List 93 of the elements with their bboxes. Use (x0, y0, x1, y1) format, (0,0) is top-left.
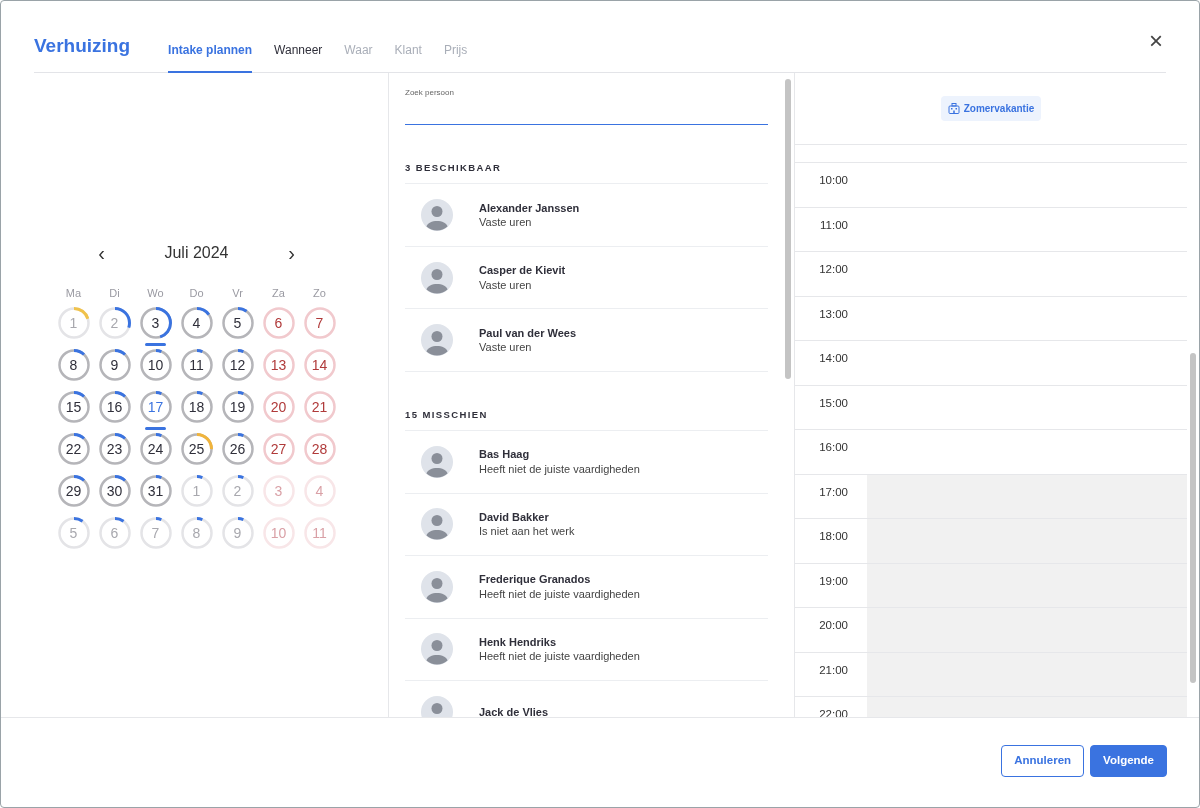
person-name: Henk Hendriks (479, 634, 558, 650)
person-row[interactable]: Jack de Vlies (405, 681, 768, 717)
person-name: Frederique Granados (479, 572, 592, 587)
calendar-day[interactable]: 3 (139, 307, 172, 340)
calendar-day[interactable]: 15 (57, 391, 90, 424)
tab[interactable]: Intake plannen (168, 41, 253, 73)
calendar-day[interactable]: 28 (303, 433, 336, 466)
calendar-day[interactable]: 9 (98, 349, 131, 382)
calendar-day[interactable]: 4 (180, 307, 213, 340)
person-row[interactable]: Alexander Janssen Vaste uren (405, 184, 768, 247)
time-label: 10:00 (818, 173, 849, 188)
time-label: 20:00 (818, 618, 849, 633)
calendar-day[interactable]: 30 (98, 475, 131, 508)
time-label: 11:00 (819, 217, 849, 233)
avatar-icon (421, 508, 453, 541)
calendar-day[interactable]: 8 (57, 349, 90, 382)
weekday-label: Di (108, 285, 121, 301)
calendar-day[interactable]: 23 (98, 433, 131, 466)
person-row[interactable]: David Bakker Is niet aan het werk (405, 493, 768, 556)
person-status: Heeft niet de juiste vaardigheden (479, 461, 640, 477)
calendar-day[interactable]: 24 (139, 433, 172, 466)
avatar-icon (421, 445, 453, 478)
previous-button[interactable]: ‹ (81, 242, 122, 263)
time-label: 16:00 (818, 440, 849, 455)
avatar-icon (421, 261, 453, 294)
person-name: Casper de Kievit (479, 263, 566, 278)
time-label: 19:00 (818, 573, 849, 589)
tab[interactable]: Wanneer (274, 41, 323, 73)
person-row[interactable]: Bas Haag Heeft niet de juiste vaardigheden (405, 431, 768, 494)
field-label: Zoek persoon (405, 87, 455, 99)
time-label: 15:00 (818, 395, 849, 411)
person-row[interactable]: Frederique Granados Heeft niet de juiste vaardigheden (405, 556, 768, 619)
person-name: Paul van der Wees (479, 325, 576, 340)
app-title: Verhuizing (34, 33, 131, 58)
cancel-button[interactable]: Annuleren (1001, 744, 1085, 777)
building-icon (947, 103, 960, 114)
calendar-day[interactable]: 5 (221, 307, 254, 340)
calendar-day[interactable]: 17 (139, 391, 172, 424)
close-button[interactable]: × (1145, 29, 1167, 53)
person-status: Vaste uren (479, 215, 533, 230)
avatar-icon (421, 199, 453, 231)
weekday-label: Ma (64, 285, 83, 301)
person-row[interactable]: Casper de Kievit Vaste uren (405, 246, 768, 310)
calendar-day[interactable]: 6 (262, 307, 295, 340)
weekday-label: Za (271, 285, 286, 301)
time-label: 14:00 (818, 351, 849, 366)
person-name: David Bakker (479, 509, 550, 525)
calendar-day[interactable]: 22 (57, 433, 90, 466)
calendar-day[interactable]: 20 (262, 391, 295, 424)
next-button[interactable]: › (271, 242, 312, 263)
group-heading: 3 BESCHIKBAAR (405, 161, 768, 185)
person-status: Vaste uren (479, 277, 533, 292)
calendar-day[interactable]: 16 (98, 391, 131, 424)
person-status: Heeft niet de juiste vaardigheden (479, 586, 640, 602)
time-label: 17:00 (818, 484, 849, 500)
weekday-label: Vr (231, 285, 244, 301)
calendar-day[interactable]: 12 (221, 349, 254, 382)
weekday-label: Wo (146, 285, 165, 301)
calendar-day[interactable]: 26 (221, 433, 254, 466)
calendar-day[interactable]: 18 (180, 391, 213, 424)
event-label: Zomervakantie (963, 102, 1035, 116)
calendar-day[interactable]: 7 (303, 307, 336, 340)
calendar-day[interactable]: 13 (262, 349, 295, 382)
calendar-day[interactable]: 11 (180, 349, 213, 382)
person-status: Heeft niet de juiste vaardigheden (479, 649, 640, 664)
calendar-day[interactable]: 31 (139, 475, 172, 508)
person-status: Is niet aan het werk (479, 524, 575, 539)
avatar-icon (421, 633, 453, 666)
time-label: 21:00 (818, 662, 849, 678)
time-label: 12:00 (818, 262, 849, 277)
avatar-icon (421, 570, 453, 603)
avatar-icon (421, 324, 453, 356)
calendar-day[interactable]: 19 (221, 391, 254, 424)
person-name: Alexander Janssen (479, 200, 580, 215)
calendar-day[interactable]: 21 (303, 391, 336, 424)
person-status: Vaste uren (479, 340, 533, 355)
time-label: 18:00 (818, 529, 849, 544)
weekday-label: Do (188, 285, 205, 301)
person-name: Bas Haag (479, 447, 531, 462)
person-row[interactable]: Paul van der Wees Vaste uren (405, 309, 768, 372)
next-button[interactable]: Volgende (1090, 744, 1167, 777)
time-label: 13:00 (818, 306, 849, 322)
calendar-day[interactable]: 14 (303, 349, 336, 382)
calendar-day[interactable]: 10 (139, 349, 172, 382)
person-row[interactable]: Henk Hendriks Heeft niet de juiste vaardigheden (405, 618, 768, 681)
calendar-day[interactable]: 25 (180, 433, 213, 466)
event-chip[interactable]: Zomervakantie (940, 96, 1042, 121)
person-name: Jack de Vlies (479, 704, 549, 717)
calendar-day[interactable]: 29 (57, 475, 90, 508)
month-label: Juli 2024 (163, 242, 230, 263)
calendar-day[interactable]: 27 (262, 433, 295, 466)
group-heading: 15 MISSCHIEN (405, 407, 768, 431)
weekday-label: Zo (312, 285, 327, 301)
